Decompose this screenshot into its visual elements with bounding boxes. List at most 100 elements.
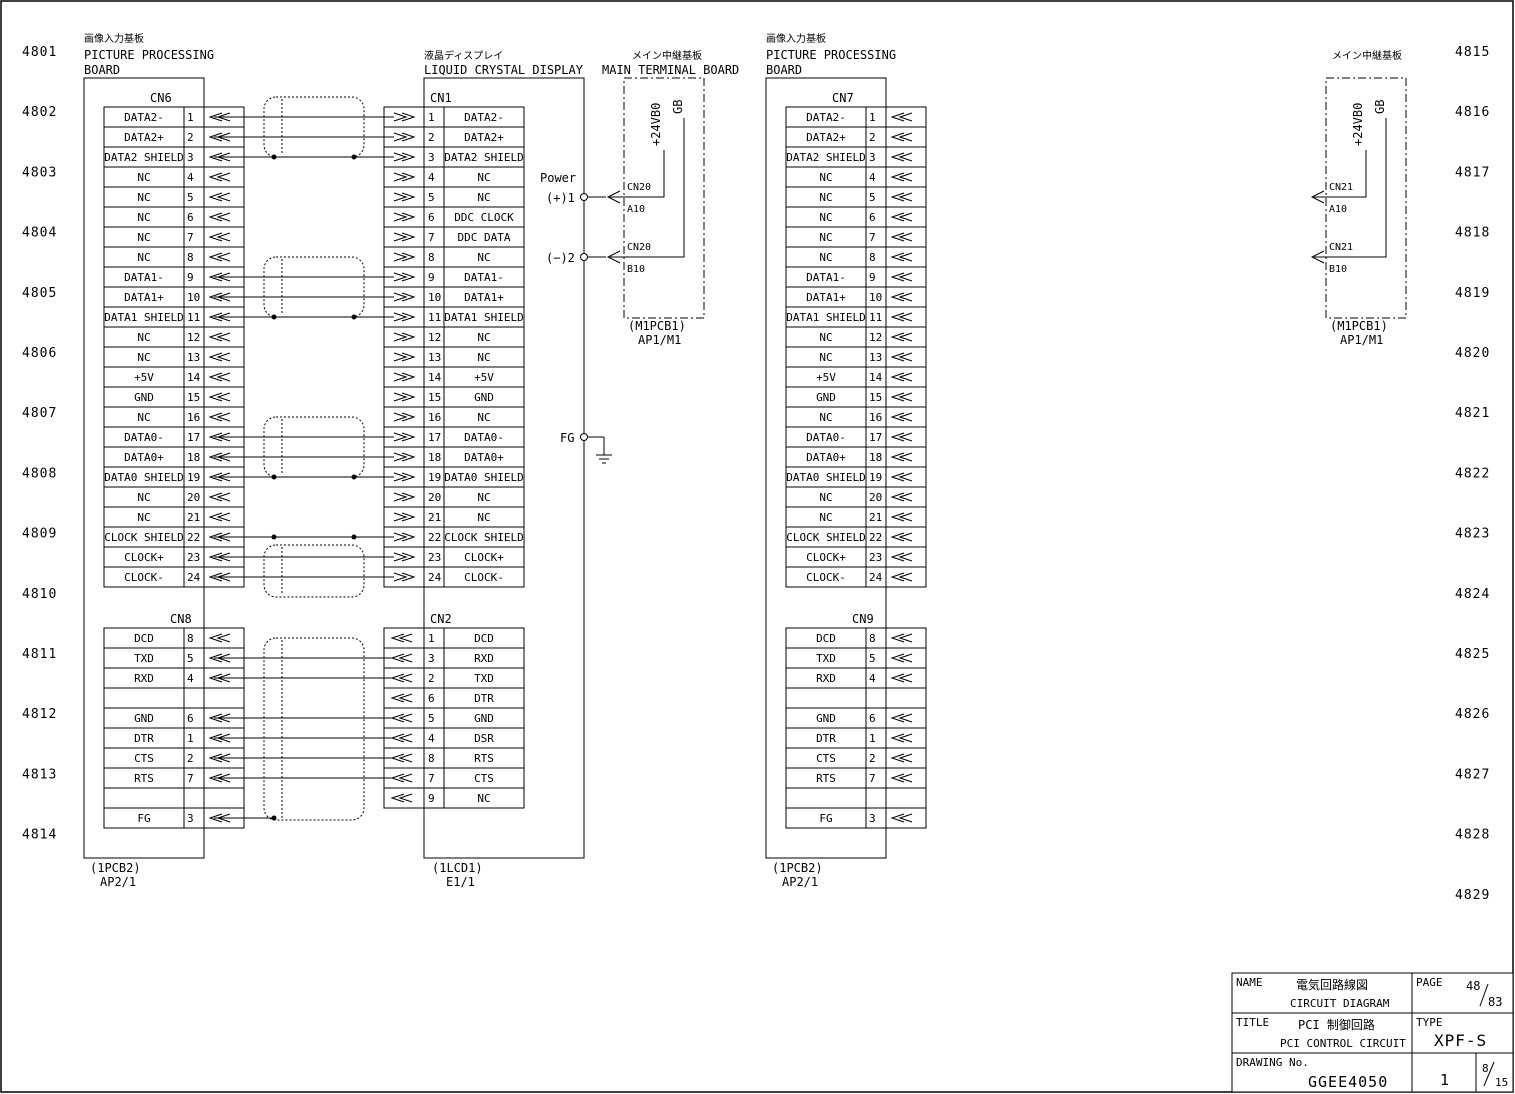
shielded-cable-outline: [263, 256, 365, 318]
pin-number: 2: [869, 752, 876, 765]
junction-dot: [271, 314, 277, 320]
pin-number: 18: [428, 451, 441, 464]
pin-number: 5: [187, 652, 194, 665]
row-numbers-right: 4815 4816 4817 4818 4819 4820 4821 4822 4823 4824…: [1455, 45, 1490, 903]
tb-title-en: PCI CONTROL CIRCUIT: [1280, 1037, 1406, 1050]
pin-signal-name: DDC DATA: [458, 231, 511, 244]
pin-number: 17: [428, 431, 441, 444]
pin-signal-name: DATA2+: [464, 131, 504, 144]
pin-number: 1: [187, 732, 194, 745]
pin-signal-name: NC: [137, 511, 150, 524]
pcb-left-ref: (1PCB2): [90, 861, 141, 875]
pin-signal-name: NC: [819, 331, 832, 344]
pin-signal-name: NC: [819, 411, 832, 424]
pin-number: 10: [428, 291, 441, 304]
pin-number: 5: [869, 191, 876, 204]
pin-signal-name: DATA2 SHIELD: [444, 151, 523, 164]
pin-number: 19: [187, 471, 200, 484]
tb-page-label: PAGE: [1416, 976, 1443, 989]
cn6-connector-table: DATA2- 1 DATA2+ 2 DATA2 SHIELD 3 NC 4 NC 5 NC 6 NC 7 N…: [103, 106, 245, 588]
ground-icon: [588, 436, 612, 464]
pin-signal-name: DATA1 SHIELD: [786, 311, 865, 324]
power-label: Power: [540, 171, 576, 185]
power-pin-2: (−)2: [546, 251, 575, 265]
tb-title-jp: PCI 制御回路: [1298, 1017, 1375, 1032]
pin-signal-name: NC: [819, 491, 832, 504]
pin-number: 1: [428, 111, 435, 124]
pin-signal-name: CTS: [134, 752, 154, 765]
title-block: NAME 電気回路線図 CIRCUIT DIAGRAM TITLE PCI 制御…: [1231, 972, 1514, 1093]
pin-signal-name: NC: [477, 191, 490, 204]
pin-signal-name: DATA2-: [124, 111, 164, 124]
pin-signal-name: NC: [137, 211, 150, 224]
pcb-left-ref-2: AP2/1: [100, 875, 136, 889]
pin-number: 19: [428, 471, 441, 484]
pin-number: 17: [187, 431, 200, 444]
pin-signal-name: DATA0-: [806, 431, 846, 444]
pin-signal-name: DATA2-: [464, 111, 504, 124]
cn2-connector-table: 1 DCD 3 RXD 2 TXD 6 DTR 5 GND 4 DSR 8 RTS 7 CTS 9 NC: [383, 627, 525, 809]
pin-number: 2: [428, 672, 435, 685]
pin-number: 1: [869, 732, 876, 745]
pin-signal-name: GND: [816, 712, 836, 725]
pin-number: 14: [187, 371, 201, 384]
main1-title: MAIN TERMINAL BOARD: [602, 63, 739, 77]
junction-dot: [351, 534, 357, 540]
tb-sheet-total: 15: [1495, 1076, 1508, 1089]
pin-number: 14: [428, 371, 442, 384]
pin-signal-name: RXD: [474, 652, 494, 665]
row-number: 4809: [22, 527, 57, 542]
pin-number: 2: [187, 752, 194, 765]
row-number: 4824: [1455, 587, 1490, 602]
pin-signal-name: +5V: [474, 371, 494, 384]
pcb-right-ref: (1PCB2): [772, 861, 823, 875]
pin-number: 15: [428, 391, 441, 404]
circuit-diagram: 4801480248034804480548064807480848094810…: [0, 0, 1514, 1093]
pin-number: 7: [428, 772, 435, 785]
pin-number: 7: [187, 772, 194, 785]
pin-number: 18: [869, 451, 882, 464]
pin-number: 11: [428, 311, 441, 324]
cn8-label: CN8: [170, 612, 192, 626]
junction-dot: [271, 534, 277, 540]
pin-signal-name: NC: [819, 251, 832, 264]
pin-number: 11: [187, 311, 200, 324]
main2-outline: [1325, 77, 1407, 319]
row-numbers-left: 4801 4802 4803 4804 4805 4806 4807 4808 4809 4810…: [22, 45, 57, 843]
row-number: 4821: [1455, 406, 1490, 421]
pin-number: 22: [187, 531, 200, 544]
pin-signal-name: DATA0+: [124, 451, 164, 464]
power-wires: [588, 196, 606, 258]
pcb-right-jp-title: 画像入力基板: [766, 32, 826, 45]
pin-number: 8: [869, 251, 876, 264]
fg-label: FG: [560, 431, 574, 445]
pin-number: 6: [428, 211, 435, 224]
pin-signal-name: NC: [819, 351, 832, 364]
junction-dot: [271, 815, 277, 821]
pin-number: 15: [869, 391, 882, 404]
row-number: 4819: [1455, 286, 1490, 301]
row-number: 4804: [22, 226, 57, 241]
pin-number: 7: [869, 231, 876, 244]
lcd-ref: (1LCD1): [432, 861, 483, 875]
pcb-left-title-2: BOARD: [84, 63, 120, 77]
lcd-jp-title: 液晶ディスプレイ: [424, 49, 503, 62]
pin-number: 2: [428, 131, 435, 144]
row-number: 4823: [1455, 527, 1490, 542]
pin-number: 9: [869, 271, 876, 284]
tb-sheet-num: 8: [1482, 1062, 1489, 1075]
pin-number: 22: [869, 531, 882, 544]
pin-number: 22: [428, 531, 441, 544]
lcd-title: LIQUID CRYSTAL DISPLAY: [424, 63, 584, 77]
pin-number: 9: [428, 792, 435, 805]
pin-number: 13: [428, 351, 441, 364]
pin-signal-name: CTS: [474, 772, 494, 785]
pin-signal-name: DATA1+: [124, 291, 164, 304]
pin-number: 6: [428, 692, 435, 705]
pin-number: 11: [869, 311, 882, 324]
power-terminal-2: [580, 253, 588, 261]
lcd-ref-2: E1/1: [446, 875, 475, 889]
pin-number: 8: [869, 632, 876, 645]
pin-number: 10: [187, 291, 200, 304]
pin-signal-name: DATA0+: [806, 451, 846, 464]
